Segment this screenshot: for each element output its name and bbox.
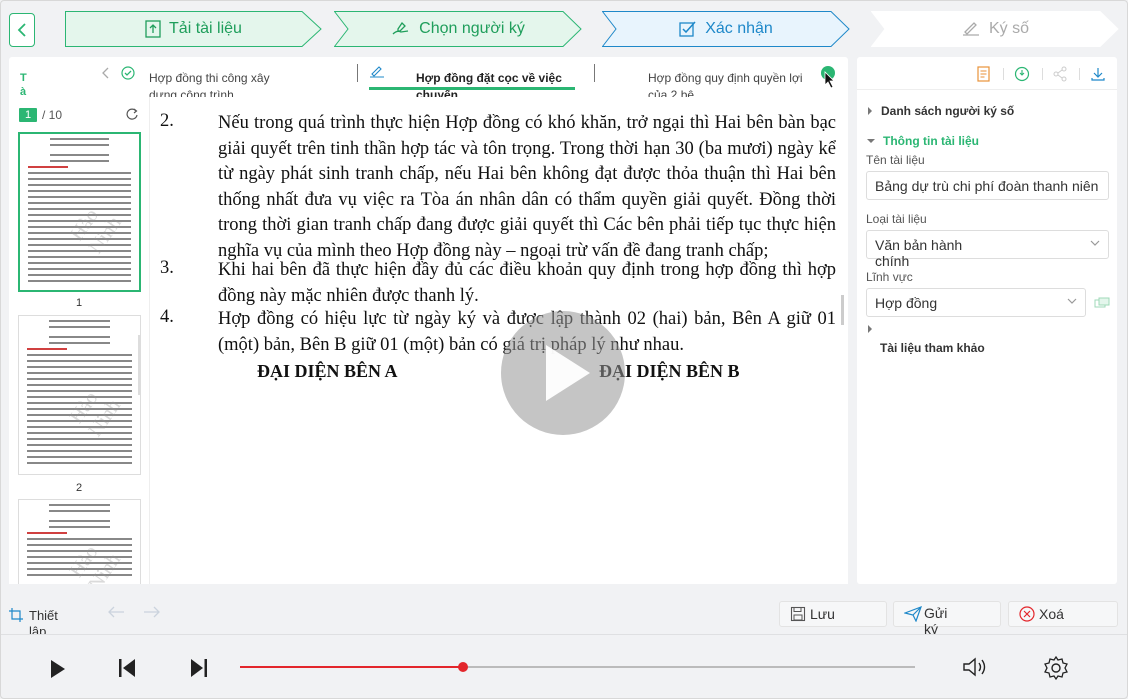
delete-label: Xoá bbox=[1039, 606, 1064, 622]
active-tab-indicator bbox=[369, 87, 575, 90]
clause-number: 3. bbox=[160, 258, 174, 278]
seek-handle[interactable] bbox=[457, 662, 468, 672]
tabs-collapsed-label: T à bbox=[20, 72, 27, 98]
doc-name-label: Tên tài liệu bbox=[866, 153, 925, 167]
skip-forward-icon[interactable] bbox=[190, 658, 208, 678]
signers-section-toggle[interactable]: Danh sách người ký số bbox=[867, 104, 1014, 118]
save-button[interactable]: Lưu bbox=[779, 601, 887, 627]
upload-file-icon bbox=[145, 20, 161, 38]
save-icon bbox=[790, 606, 806, 622]
signature-icon bbox=[370, 66, 384, 78]
clause-text: Khi hai bên đã thực hiện đầy đủ các điều… bbox=[218, 260, 836, 306]
video-player-controls bbox=[0, 634, 1128, 699]
crop-icon bbox=[9, 608, 23, 622]
mouse-cursor-icon bbox=[824, 71, 835, 89]
info-panel-toolbar bbox=[857, 57, 1117, 90]
hand-pen-icon bbox=[392, 21, 409, 35]
caret-right-icon bbox=[868, 107, 872, 115]
back-button[interactable] bbox=[9, 13, 35, 47]
chevron-left-icon bbox=[102, 67, 109, 79]
watermark: Hào Ninh bbox=[65, 387, 126, 441]
doc-info-section-toggle[interactable]: Thông tin tài liệu bbox=[867, 134, 979, 148]
volume-icon[interactable] bbox=[962, 656, 990, 678]
caret-down-icon bbox=[867, 139, 875, 143]
seek-progress bbox=[240, 666, 463, 668]
step-choose-signer[interactable]: Chọn người ký bbox=[334, 11, 582, 47]
info-panel: Danh sách người ký số Thông tin tài liệu… bbox=[857, 57, 1117, 584]
doc-type-value: Văn bản hành chính bbox=[875, 237, 963, 269]
doc-info-title: Thông tin tài liệu bbox=[883, 134, 979, 148]
field-label: Lĩnh vực bbox=[866, 270, 913, 284]
signature-icon bbox=[962, 22, 979, 36]
document-viewer: 2. Nếu trong quá trình thực hiện Hợp đồn… bbox=[149, 97, 848, 584]
document-scrollbar[interactable] bbox=[841, 295, 844, 325]
seek-bar[interactable] bbox=[240, 662, 915, 672]
send-icon bbox=[904, 606, 922, 622]
clause-number: 2. bbox=[160, 111, 174, 131]
delete-button[interactable]: Xoá bbox=[1008, 601, 1118, 627]
doc-type-select[interactable]: Văn bản hành chính bbox=[866, 230, 1109, 269]
skip-back-icon[interactable] bbox=[118, 658, 136, 678]
step-confirm[interactable]: Xác nhận bbox=[602, 11, 850, 47]
step-label: Chọn người ký bbox=[419, 20, 525, 37]
thumbnail-sidebar: 1 / 10 Hào Ninh 1 Hào Ninh 2 Hào Ninh bbox=[9, 97, 149, 584]
total-pages: / 10 bbox=[42, 108, 63, 122]
close-circle-icon bbox=[1019, 606, 1035, 622]
play-icon[interactable] bbox=[50, 659, 66, 679]
page-thumbnail[interactable]: Hào Ninh bbox=[18, 315, 141, 475]
clause-text: Nếu trong quá trình thực hiện Hợp đồng c… bbox=[218, 113, 836, 261]
tabs-prev-button[interactable] bbox=[102, 66, 110, 82]
checkbox-icon bbox=[679, 21, 696, 37]
bottom-toolbar: Thiết lập Lưu Gửi ký Xoá bbox=[0, 596, 1128, 639]
settings-gear-icon[interactable] bbox=[1043, 655, 1069, 681]
party-a-label: ĐẠI DIỆN BÊN A bbox=[257, 361, 398, 381]
step-label: Ký số bbox=[988, 20, 1029, 37]
reference-title: Tài liệu tham khảo bbox=[880, 341, 985, 355]
shield-check-icon[interactable] bbox=[1014, 66, 1030, 82]
page-thumbnail-label: 1 bbox=[75, 297, 83, 309]
step-label: Tải tài liệu bbox=[169, 20, 242, 37]
check-circle-icon bbox=[121, 66, 135, 80]
send-label: Gửi ký bbox=[924, 605, 948, 637]
thumbnail-scrollbar[interactable] bbox=[138, 335, 141, 395]
reference-section-toggle[interactable] bbox=[867, 325, 873, 333]
document-icon[interactable] bbox=[977, 66, 991, 82]
chevron-down-icon bbox=[1090, 240, 1100, 246]
video-play-overlay[interactable] bbox=[501, 311, 625, 435]
chevron-left-icon bbox=[17, 23, 26, 37]
step-digital-sign[interactable]: Ký số bbox=[871, 11, 1119, 47]
page-control: 1 / 10 bbox=[19, 108, 62, 122]
rotate-icon[interactable] bbox=[125, 107, 139, 121]
caret-right-icon bbox=[868, 325, 872, 333]
clause-number: 4. bbox=[160, 307, 174, 327]
document-panel: T à Hợp đồng thi công xây dựng công trìn… bbox=[9, 57, 848, 584]
page-thumbnail[interactable]: Hào Ninh bbox=[18, 132, 141, 292]
document-tabs: T à Hợp đồng thi công xây dựng công trìn… bbox=[9, 57, 848, 102]
send-for-signing-button[interactable]: Gửi ký bbox=[893, 601, 1001, 637]
page-thumbnail-label: 2 bbox=[75, 482, 83, 494]
redo-icon[interactable] bbox=[142, 605, 162, 619]
download-icon[interactable] bbox=[1090, 66, 1106, 82]
doc-name-field[interactable]: Bảng dự trù chi phí đoàn thanh niên bbox=[866, 171, 1109, 200]
step-upload[interactable]: Tải tài liệu bbox=[65, 11, 322, 47]
save-label: Lưu bbox=[810, 606, 835, 622]
share-icon[interactable] bbox=[1052, 66, 1068, 82]
doc-type-label: Loại tài liệu bbox=[866, 212, 927, 226]
page-thumbnail[interactable]: Hào Ninh bbox=[18, 499, 141, 584]
field-select[interactable]: Hợp đồng bbox=[866, 288, 1086, 317]
field-value: Hợp đồng bbox=[875, 295, 938, 311]
play-icon bbox=[546, 345, 590, 401]
current-page-input[interactable]: 1 bbox=[19, 108, 37, 122]
undo-icon[interactable] bbox=[106, 605, 126, 619]
chevron-down-icon bbox=[1067, 298, 1077, 304]
watermark: Hào Ninh bbox=[65, 204, 126, 258]
step-label: Xác nhận bbox=[705, 20, 773, 37]
copy-icon[interactable] bbox=[1094, 297, 1110, 309]
signers-title: Danh sách người ký số bbox=[881, 104, 1015, 118]
